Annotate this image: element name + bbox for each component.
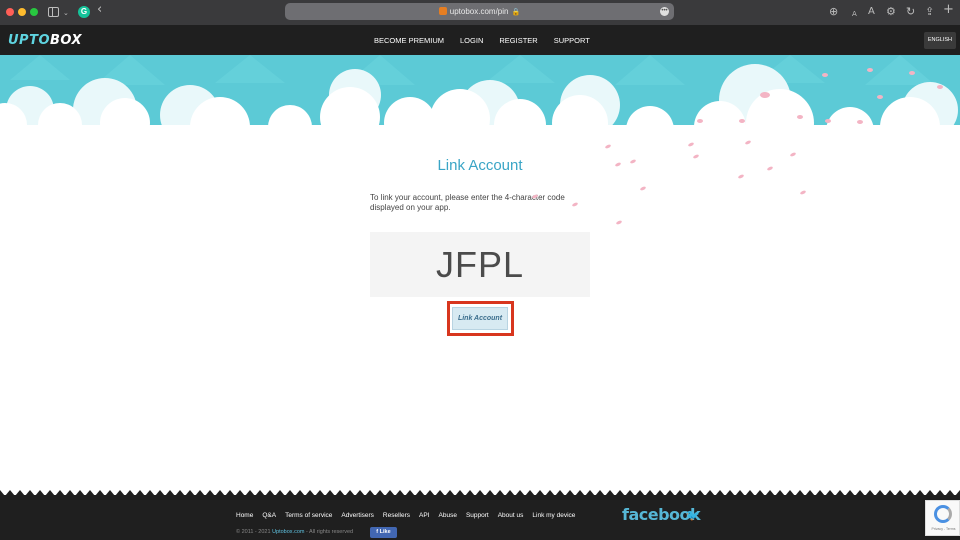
petal <box>687 141 695 148</box>
footer-link-api[interactable]: API <box>419 512 429 519</box>
footer-zigzag-edge <box>0 490 960 496</box>
recaptcha-badge[interactable]: Privacy - Terms <box>925 500 960 536</box>
pin-code-display[interactable]: JFPL <box>370 232 590 297</box>
footer-link-resellers[interactable]: Resellers <box>383 512 410 519</box>
recaptcha-icon <box>934 505 952 523</box>
back-icon[interactable]: ‹ <box>97 3 102 17</box>
petal <box>629 158 637 165</box>
chevron-down-icon[interactable]: ⌄ <box>63 6 69 20</box>
site-logo[interactable]: UPTOBOX <box>8 33 82 48</box>
petal <box>639 185 647 192</box>
facebook-like-button[interactable]: f Like <box>370 527 397 538</box>
more-options-icon[interactable]: ••• <box>660 7 669 16</box>
petal <box>789 151 797 158</box>
twitter-bird-icon[interactable]: 🐦 <box>686 509 700 522</box>
site-footer: Home Q&A Terms of service Advertisers Re… <box>0 490 960 540</box>
site-favicon-icon <box>438 7 447 15</box>
footer-link-home[interactable]: Home <box>236 512 253 519</box>
footer-link-terms[interactable]: Terms of service <box>285 512 332 519</box>
instructions-text: To link your account, please enter the 4… <box>370 193 565 212</box>
sidebar-icon[interactable] <box>48 7 59 17</box>
copyright-site-link[interactable]: Uptobox.com <box>272 529 304 535</box>
text-size-small-icon[interactable]: A <box>852 7 857 21</box>
nav-register[interactable]: REGISTER <box>499 36 537 45</box>
share-icon[interactable]: ⇪ <box>925 5 934 19</box>
footer-link-about[interactable]: About us <box>498 512 524 519</box>
page-root: ⌄ G ‹ uptobox.com/pin 🔒 ••• ⊕ A A ⚙ ↻ ⇪ +… <box>0 0 960 540</box>
new-tab-icon[interactable]: + <box>943 3 954 17</box>
maximize-window-icon[interactable] <box>30 8 38 16</box>
nav-login[interactable]: LOGIN <box>460 36 483 45</box>
footer-link-support[interactable]: Support <box>466 512 489 519</box>
petal <box>615 219 623 226</box>
nav-support[interactable]: SUPPORT <box>554 36 590 45</box>
cloud-banner <box>0 55 960 135</box>
main-nav: BECOME PREMIUM LOGIN REGISTER SUPPORT <box>366 25 598 55</box>
browser-toolbar: ⌄ G ‹ uptobox.com/pin 🔒 ••• ⊕ A A ⚙ ↻ ⇪ + <box>0 0 960 25</box>
lock-icon: 🔒 <box>511 9 521 16</box>
settings-icon[interactable]: ⚙ <box>886 5 896 19</box>
recaptcha-text: Privacy - Terms <box>931 527 956 531</box>
footer-link-qa[interactable]: Q&A <box>262 512 276 519</box>
minimize-window-icon[interactable] <box>18 8 26 16</box>
footer-link-abuse[interactable]: Abuse <box>439 512 457 519</box>
footer-nav: Home Q&A Terms of service Advertisers Re… <box>236 512 584 519</box>
footer-link-link-device[interactable]: Link my device <box>532 512 575 519</box>
petal <box>692 153 700 160</box>
url-text: uptobox.com/pin <box>449 7 509 16</box>
petal <box>799 189 807 196</box>
reload-icon[interactable]: ↻ <box>906 5 915 19</box>
link-account-button[interactable]: Link Account <box>452 307 508 330</box>
petal <box>766 165 774 172</box>
page-title: Link Account <box>437 157 523 174</box>
language-button[interactable]: ENGLISH <box>923 32 956 49</box>
main-content: Link Account To link your account, pleas… <box>0 135 960 495</box>
site-header: UPTOBOX BECOME PREMIUM LOGIN REGISTER SU… <box>0 25 960 55</box>
petal <box>737 173 745 180</box>
text-size-large-icon[interactable]: A <box>868 5 875 19</box>
footer-link-advertisers[interactable]: Advertisers <box>341 512 374 519</box>
close-window-icon[interactable] <box>6 8 14 16</box>
petal <box>744 139 752 146</box>
address-bar[interactable]: uptobox.com/pin 🔒 ••• <box>285 3 674 20</box>
nav-become-premium[interactable]: BECOME PREMIUM <box>374 36 444 45</box>
grammarly-icon[interactable]: G <box>78 6 90 18</box>
petal <box>614 161 622 168</box>
clouds-illustration <box>0 55 960 135</box>
download-icon[interactable]: ⊕ <box>829 5 838 19</box>
copyright-text: © 2011 - 2021 Uptobox.com - All rights r… <box>236 529 354 535</box>
petal <box>604 143 612 150</box>
